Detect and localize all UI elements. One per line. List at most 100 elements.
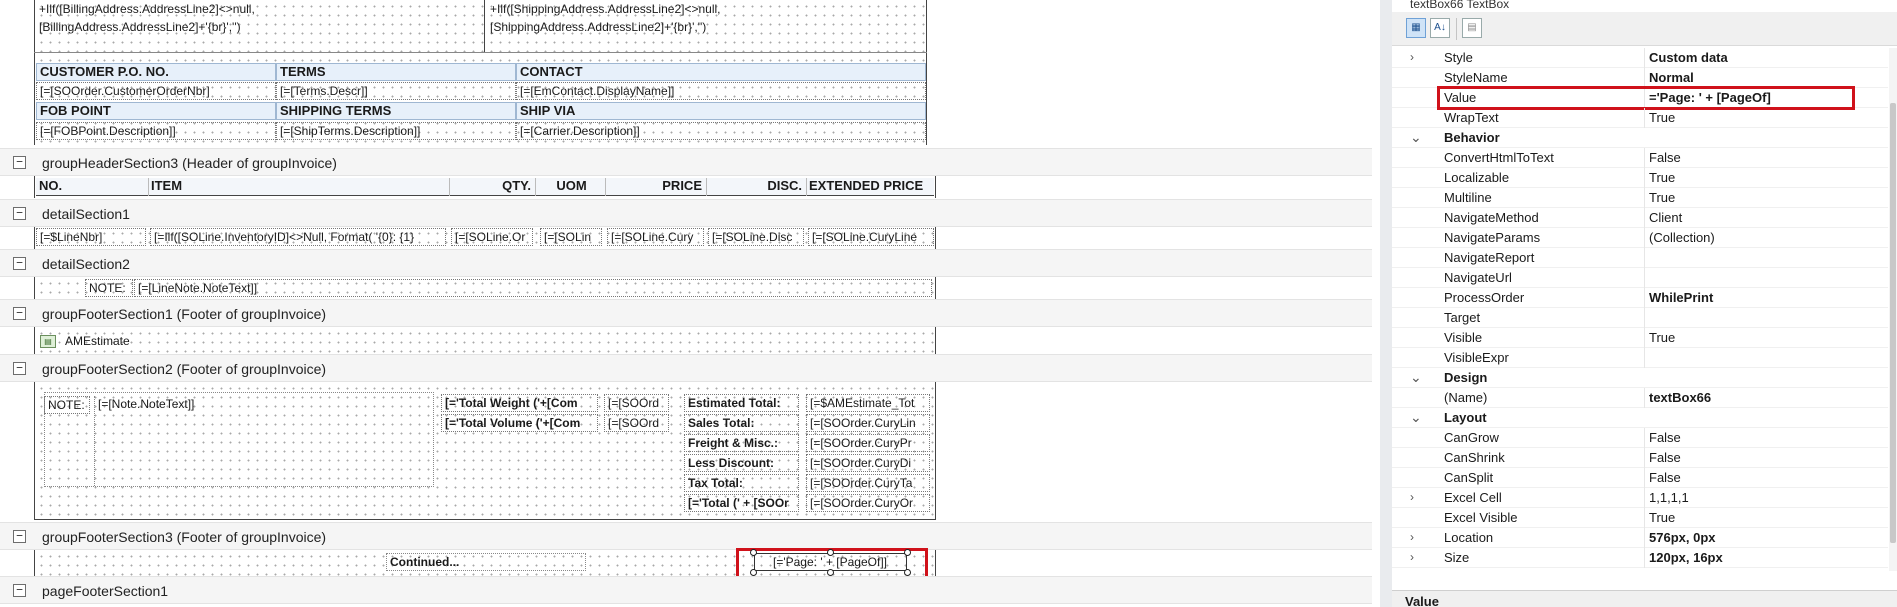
am-estimate-subreport[interactable]: AMEstimate <box>62 333 152 351</box>
chevron-right-icon[interactable]: › <box>1410 50 1414 64</box>
collapse-icon[interactable]: − <box>13 307 26 320</box>
shipping-address-line1[interactable]: +Ilf([ShippingAddress.AddressLine2]<>nul… <box>487 1 917 19</box>
section-bar-group-footer-3[interactable]: − groupFooterSection3 (Footer of groupIn… <box>0 522 1372 550</box>
property-row-stylename[interactable]: StyleName Normal <box>1392 68 1888 88</box>
extended-price-field[interactable]: [=[SOLine.CuryLine <box>808 228 934 246</box>
continued-label[interactable]: Continued... <box>386 553 586 571</box>
resize-handle[interactable] <box>827 549 834 556</box>
collapse-icon[interactable]: − <box>13 257 26 270</box>
total-weight-value[interactable]: [=[SOOrd <box>604 394 669 412</box>
property-value[interactable]: True <box>1649 110 1675 125</box>
terms-field[interactable]: [=[Terms.Descr]] <box>276 82 516 100</box>
property-row-navigateurl[interactable]: NavigateUrl <box>1392 268 1888 288</box>
freight-misc-value[interactable]: [=[SOOrder.CuryPr <box>806 434 930 452</box>
freight-misc-label[interactable]: Freight & Misc.: <box>684 434 799 452</box>
property-value[interactable]: False <box>1649 150 1681 165</box>
column-header-uom[interactable]: UOM <box>535 178 605 196</box>
sales-total-label[interactable]: Sales Total: <box>684 414 799 432</box>
column-header-item[interactable]: ITEM <box>148 178 449 196</box>
chevron-down-icon[interactable]: ⌄ <box>1410 129 1422 146</box>
property-row-wraptext[interactable]: WrapText True <box>1392 108 1888 128</box>
collapse-icon[interactable]: − <box>13 530 26 543</box>
property-value[interactable]: True <box>1649 330 1675 345</box>
property-value[interactable]: False <box>1649 430 1681 445</box>
chevron-right-icon[interactable]: › <box>1410 550 1414 564</box>
resize-handle[interactable] <box>904 549 911 556</box>
property-row-navigateparams[interactable]: NavigateParams (Collection) <box>1392 228 1888 248</box>
estimated-total-label[interactable]: Estimated Total: <box>684 394 799 412</box>
property-row-multiline[interactable]: Multiline True <box>1392 188 1888 208</box>
shipping-terms-field[interactable]: [=[ShipTerms.Description]] <box>276 122 516 140</box>
property-category-behavior[interactable]: ⌄ Behavior <box>1392 128 1888 148</box>
properties-object-title[interactable]: textBox66 TextBox <box>1410 0 1509 11</box>
chevron-down-icon[interactable]: ⌄ <box>1410 369 1422 386</box>
ship-via-header[interactable]: SHIP VIA <box>516 102 926 120</box>
section-bar-page-footer-1[interactable]: − pageFooterSection1 <box>0 576 1372 604</box>
column-header-no[interactable]: NO. <box>36 178 148 196</box>
property-category-layout[interactable]: ⌄ Layout <box>1392 408 1888 428</box>
line-note-text-field[interactable]: [=[LineNote.NoteText]] <box>134 279 932 297</box>
customer-po-header[interactable]: CUSTOMER P.O. NO. <box>36 63 276 81</box>
contact-header[interactable]: CONTACT <box>516 63 926 81</box>
collapse-icon[interactable]: − <box>13 362 26 375</box>
total-volume-value[interactable]: [=[SOOrd <box>604 414 669 432</box>
total-weight-label[interactable]: [='Total Weight ('+[Com <box>441 394 598 412</box>
less-discount-label[interactable]: Less Discount: <box>684 454 799 472</box>
report-designer-surface[interactable]: +Ilf([BillingAddress.AddressLine2]<>null… <box>0 0 1380 607</box>
resize-handle[interactable] <box>750 569 757 576</box>
uom-field[interactable]: [=[SOLin <box>540 228 602 246</box>
chevron-right-icon[interactable]: › <box>1410 530 1414 544</box>
grand-total-value[interactable]: [=[SOOrder.CuryOr <box>806 494 930 512</box>
property-value[interactable]: textBox66 <box>1649 390 1711 405</box>
property-row-style[interactable]: › Style Custom data <box>1392 48 1888 68</box>
contact-field[interactable]: [=[EmContact.DisplayName]] <box>516 82 926 100</box>
property-row-processorder[interactable]: ProcessOrder WhilePrint <box>1392 288 1888 308</box>
property-value[interactable]: True <box>1649 510 1675 525</box>
section-bar-group-footer-2[interactable]: − groupFooterSection2 (Footer of groupIn… <box>0 354 1372 382</box>
property-value[interactable]: (Collection) <box>1649 230 1715 245</box>
property-row-target[interactable]: Target <box>1392 308 1888 328</box>
property-row-cansplit[interactable]: CanSplit False <box>1392 468 1888 488</box>
alphabetical-icon[interactable]: A↓ <box>1430 18 1450 38</box>
resize-handle[interactable] <box>904 569 911 576</box>
property-value[interactable]: False <box>1649 450 1681 465</box>
property-value[interactable]: Custom data <box>1649 50 1728 65</box>
discount-field[interactable]: [=[SOLine.Disc <box>708 228 804 246</box>
section-bar-group-header-3[interactable]: − groupHeaderSection3 (Header of groupIn… <box>0 148 1372 176</box>
customer-po-field[interactable]: [=[SOOrder.CustomerOrderNbr] <box>36 82 276 100</box>
property-row-navigatereport[interactable]: NavigateReport <box>1392 248 1888 268</box>
section-bar-group-footer-1[interactable]: − groupFooterSection1 (Footer of groupIn… <box>0 299 1372 327</box>
property-grid-scrollbar[interactable] <box>1889 48 1897 571</box>
column-header-extended-price[interactable]: EXTENDED PRICE <box>806 178 934 196</box>
property-value[interactable]: True <box>1649 190 1675 205</box>
property-value[interactable]: False <box>1649 470 1681 485</box>
property-row-visibleexpr[interactable]: VisibleExpr <box>1392 348 1888 368</box>
footer-note-label[interactable]: NOTE: <box>44 396 90 414</box>
column-header-qty[interactable]: QTY. <box>449 178 535 196</box>
collapse-icon[interactable]: − <box>13 156 26 169</box>
fob-point-field[interactable]: [=[FOBPoint.Description]] <box>36 122 276 140</box>
collapse-icon[interactable]: − <box>13 584 26 597</box>
property-row-converthtmltotext[interactable]: ConvertHtmlToText False <box>1392 148 1888 168</box>
property-row-location[interactable]: › Location 576px, 0px <box>1392 528 1888 548</box>
resize-handle[interactable] <box>827 569 834 576</box>
grand-total-label[interactable]: [='Total (' + [SOOr <box>684 494 799 512</box>
resize-handle[interactable] <box>750 549 757 556</box>
categorized-icon[interactable]: ▦ <box>1406 18 1426 38</box>
chevron-right-icon[interactable]: › <box>1410 490 1414 504</box>
less-discount-value[interactable]: [=[SOOrder.CuryDi <box>806 454 930 472</box>
property-row-name[interactable]: (Name) textBox66 <box>1392 388 1888 408</box>
property-grid[interactable]: › Style Custom data StyleName Normal Value ='P… <box>1392 48 1888 571</box>
property-row-cangrow[interactable]: CanGrow False <box>1392 428 1888 448</box>
property-value[interactable]: Normal <box>1649 70 1694 85</box>
ship-via-field[interactable]: [=[Carrier.Description]] <box>516 122 926 140</box>
billing-address-line1[interactable]: +Ilf([BillingAddress.AddressLine2]<>null… <box>36 1 476 19</box>
line-nbr-field[interactable]: [=$LineNbr] <box>36 228 146 246</box>
property-row-navigatemethod[interactable]: NavigateMethod Client <box>1392 208 1888 228</box>
estimated-total-value[interactable]: [=$AMEstimate_Tot <box>806 394 930 412</box>
chevron-down-icon[interactable]: ⌄ <box>1410 409 1422 426</box>
property-value[interactable]: 576px, 0px <box>1649 530 1716 545</box>
section-bar-detail-1[interactable]: − detailSection1 <box>0 199 1372 227</box>
property-row-excel-cell[interactable]: › Excel Cell 1,1,1,1 <box>1392 488 1888 508</box>
fob-point-header[interactable]: FOB POINT <box>36 102 276 120</box>
